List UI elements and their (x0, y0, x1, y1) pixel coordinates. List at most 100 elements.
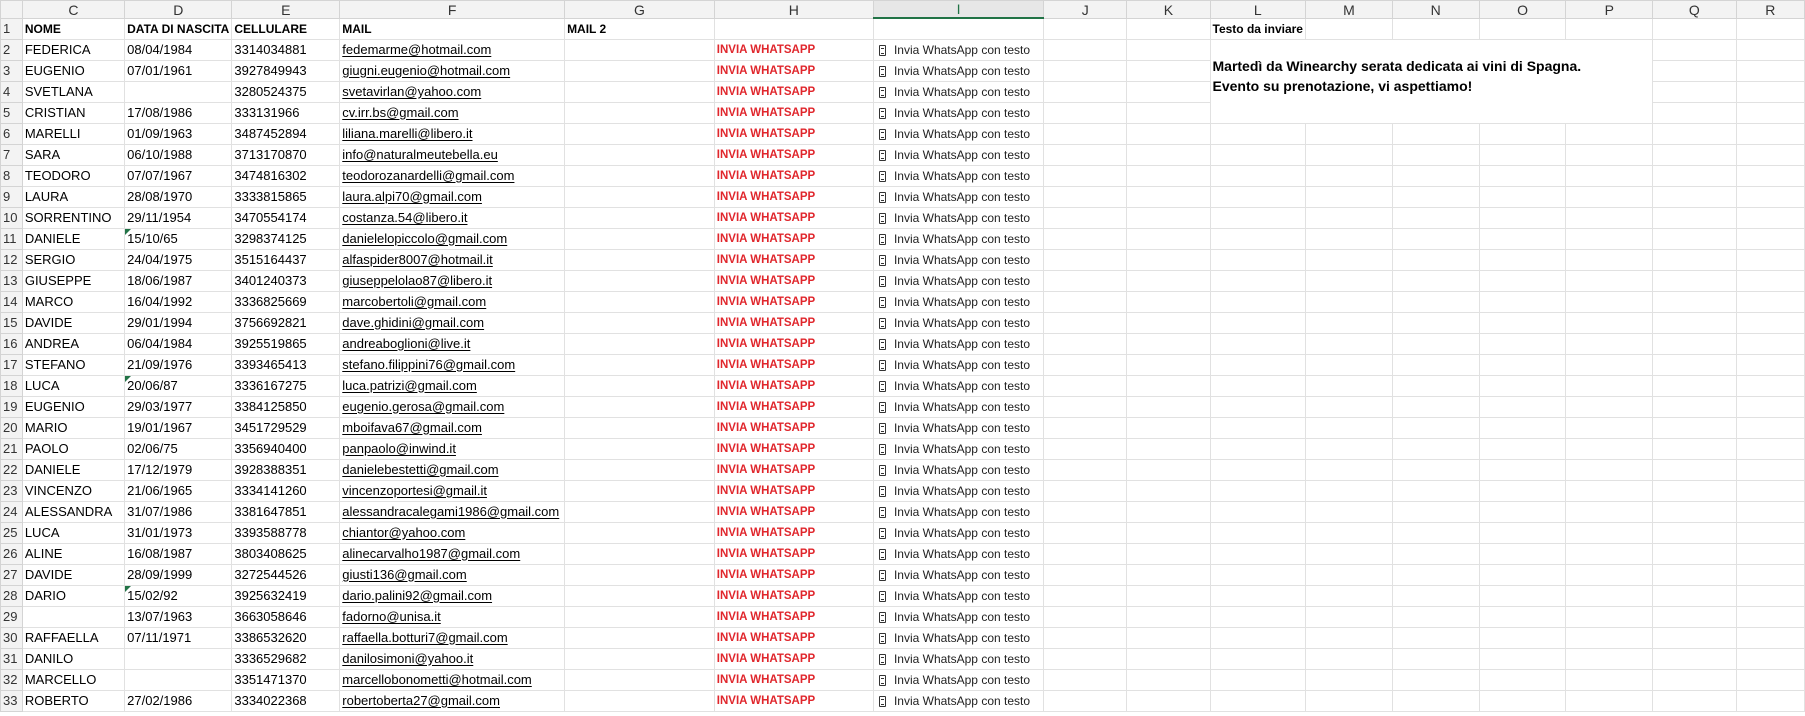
cell[interactable] (1304, 143, 1393, 166)
invia-whatsapp-button[interactable]: INVIA WHATSAPP (713, 248, 874, 271)
cell[interactable] (1565, 689, 1654, 712)
invia-whatsapp-testo-link[interactable]: Invia WhatsApp con testo (872, 437, 1045, 460)
cell-mail-2[interactable] (564, 269, 715, 292)
cell[interactable] (1391, 290, 1480, 313)
cell-cellulare[interactable]: 3386532620 (231, 626, 341, 649)
cell[interactable] (1043, 80, 1128, 103)
header-mail[interactable]: MAIL (339, 17, 566, 40)
row-number[interactable]: 32 (0, 668, 23, 691)
cell-cellulare[interactable]: 3351471370 (231, 668, 341, 691)
cell[interactable] (1565, 311, 1654, 334)
invia-whatsapp-testo-link[interactable]: Invia WhatsApp con testo (872, 122, 1045, 145)
cell[interactable] (1209, 521, 1306, 544)
cell-nome[interactable]: ANDREA (21, 332, 126, 355)
cell[interactable] (1565, 17, 1654, 40)
cell[interactable] (1209, 395, 1306, 418)
cell-mail-link[interactable]: danielebestetti@gmail.com (339, 458, 566, 481)
cell-cellulare[interactable]: 3381647851 (231, 500, 341, 523)
cell[interactable] (1304, 374, 1393, 397)
cell-mail-link[interactable]: laura.alpi70@gmail.com (339, 185, 566, 208)
cell[interactable] (1209, 668, 1306, 691)
invia-whatsapp-testo-link[interactable]: Invia WhatsApp con testo (872, 626, 1045, 649)
cell[interactable] (1126, 101, 1211, 124)
cell[interactable] (1735, 626, 1805, 649)
cell[interactable] (1565, 122, 1654, 145)
row-number[interactable]: 2 (0, 38, 23, 61)
cell-data-nascita[interactable]: 29/01/1994 (124, 311, 233, 334)
cell[interactable] (1478, 227, 1567, 250)
cell[interactable] (1652, 143, 1737, 166)
cell-data-nascita[interactable]: 29/11/1954 (124, 206, 233, 229)
cell[interactable] (1043, 395, 1128, 418)
cell[interactable] (1735, 437, 1805, 460)
cell-data-nascita[interactable] (124, 80, 233, 103)
cell-mail-2[interactable] (564, 227, 715, 250)
cell[interactable] (1126, 122, 1211, 145)
cell[interactable] (1652, 563, 1737, 586)
row-number[interactable]: 12 (0, 248, 23, 271)
invia-whatsapp-testo-link[interactable]: Invia WhatsApp con testo (872, 143, 1045, 166)
cell[interactable] (1478, 500, 1567, 523)
cell[interactable] (1652, 59, 1737, 82)
cell[interactable] (1043, 59, 1128, 82)
cell[interactable] (1126, 164, 1211, 187)
cell-cellulare[interactable]: 3663058646 (231, 605, 341, 628)
cell[interactable] (1304, 395, 1393, 418)
invia-whatsapp-button[interactable]: INVIA WHATSAPP (713, 521, 874, 544)
cell-mail-link[interactable]: danilosimoni@yahoo.it (339, 647, 566, 670)
invia-whatsapp-testo-link[interactable]: Invia WhatsApp con testo (872, 311, 1045, 334)
row-number[interactable]: 10 (0, 206, 23, 229)
cell[interactable] (1735, 206, 1805, 229)
cell[interactable] (1391, 374, 1480, 397)
invia-whatsapp-button[interactable]: INVIA WHATSAPP (713, 122, 874, 145)
cell-cellulare[interactable]: 3336167275 (231, 374, 341, 397)
invia-whatsapp-testo-link[interactable]: Invia WhatsApp con testo (872, 542, 1045, 565)
column-header-f[interactable]: F (339, 0, 566, 19)
row-number[interactable]: 33 (0, 689, 23, 712)
cell-cellulare[interactable]: 3487452894 (231, 122, 341, 145)
cell[interactable] (1652, 416, 1737, 439)
row-number[interactable]: 25 (0, 521, 23, 544)
cell[interactable] (1304, 584, 1393, 607)
cell[interactable] (1565, 605, 1654, 628)
cell[interactable] (1209, 437, 1306, 460)
cell[interactable] (1735, 269, 1805, 292)
cell-mail-link[interactable]: dario.palini92@gmail.com (339, 584, 566, 607)
invia-whatsapp-testo-link[interactable]: Invia WhatsApp con testo (872, 458, 1045, 481)
cell-data-nascita[interactable]: 15/02/92 (124, 584, 233, 607)
cell[interactable] (1478, 626, 1567, 649)
cell[interactable] (1652, 458, 1737, 481)
invia-whatsapp-testo-link[interactable]: Invia WhatsApp con testo (872, 605, 1045, 628)
cell[interactable] (1735, 143, 1805, 166)
cell[interactable] (1735, 38, 1805, 61)
cell[interactable] (1209, 206, 1306, 229)
cell[interactable] (1652, 164, 1737, 187)
cell[interactable] (1043, 332, 1128, 355)
cell[interactable] (1304, 185, 1393, 208)
cell[interactable] (1478, 374, 1567, 397)
cell-mail-2[interactable] (564, 59, 715, 82)
cell[interactable] (1735, 542, 1805, 565)
cell[interactable] (1652, 101, 1737, 124)
cell-data-nascita[interactable]: 19/01/1967 (124, 416, 233, 439)
cell[interactable] (1304, 332, 1393, 355)
cell-mail-link[interactable]: mboifava67@gmail.com (339, 416, 566, 439)
column-header-i[interactable]: I (872, 0, 1045, 19)
cell-data-nascita[interactable]: 17/12/1979 (124, 458, 233, 481)
invia-whatsapp-button[interactable]: INVIA WHATSAPP (713, 416, 874, 439)
cell[interactable] (1126, 626, 1211, 649)
cell[interactable] (1652, 38, 1737, 61)
cell[interactable] (1391, 563, 1480, 586)
cell[interactable] (1565, 248, 1654, 271)
cell[interactable] (1391, 437, 1480, 460)
cell[interactable] (1652, 311, 1737, 334)
cell-nome[interactable]: LUCA (21, 521, 126, 544)
cell-cellulare[interactable]: 3336825669 (231, 290, 341, 313)
cell[interactable] (1304, 647, 1393, 670)
column-header-h[interactable]: H (713, 0, 874, 19)
cell-mail-link[interactable]: marcellobonometti@hotmail.com (339, 668, 566, 691)
cell[interactable] (1478, 605, 1567, 628)
cell[interactable] (1304, 563, 1393, 586)
column-header-m[interactable]: M (1304, 0, 1393, 19)
cell[interactable] (1478, 395, 1567, 418)
